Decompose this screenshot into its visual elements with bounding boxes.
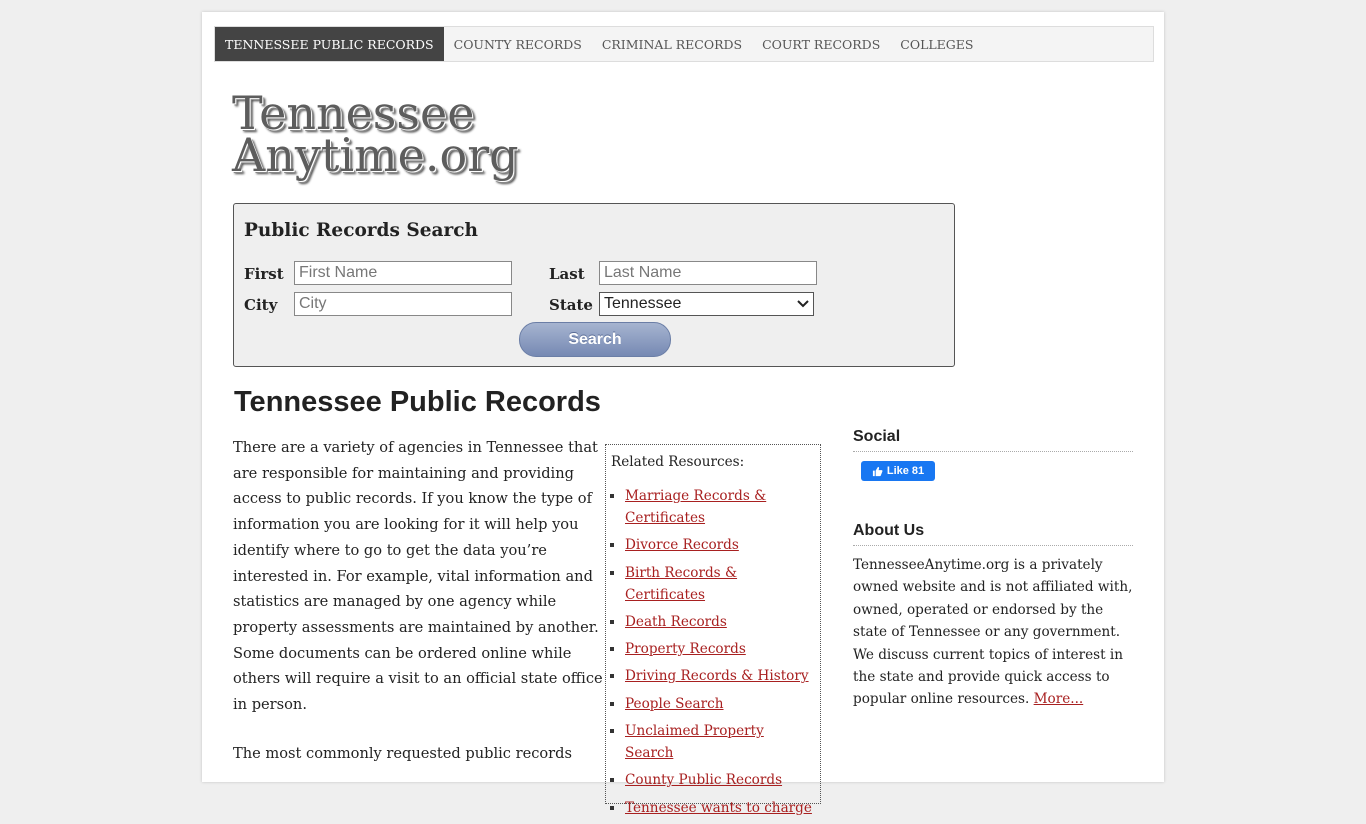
first-name-input[interactable]: [294, 261, 512, 285]
site-logo[interactable]: Tennessee Anytime.org: [232, 90, 519, 192]
list-item: People Search: [625, 693, 815, 715]
related-link-divorce-records[interactable]: Divorce Records: [625, 537, 739, 553]
like-count: Like 81: [886, 465, 925, 477]
related-resources-title: Related Resources:: [611, 454, 745, 470]
search-button[interactable]: Search: [519, 322, 671, 357]
about-body: TennesseeAnytime.org is a privately owne…: [853, 557, 1133, 708]
related-link-birth-records[interactable]: Birth Records & Certificates: [625, 565, 737, 603]
intro-paragraph-2: The most commonly requested public recor…: [233, 745, 572, 762]
about-text: TennesseeAnytime.org is a privately owne…: [853, 554, 1135, 711]
top-nav: TENNESSEE PUBLIC RECORDS COUNTY RECORDS …: [214, 26, 1154, 62]
city-label: City: [244, 296, 278, 314]
search-title: Public Records Search: [244, 220, 478, 241]
intro-paragraph: There are a variety of agencies in Tenne…: [233, 439, 603, 714]
list-item: Marriage Records & Certificates: [625, 485, 815, 529]
related-link-people-search[interactable]: People Search: [625, 696, 724, 712]
thumbs-up-icon: [872, 466, 883, 476]
list-item: County Public Records: [625, 769, 815, 791]
list-item: Driving Records & History: [625, 665, 815, 687]
list-item: Birth Records & Certificates: [625, 562, 815, 606]
page-title: Tennessee Public Records: [234, 386, 601, 418]
first-name-label: First: [244, 265, 284, 283]
page-container: TENNESSEE PUBLIC RECORDS COUNTY RECORDS …: [202, 12, 1164, 816]
last-name-label: Last: [549, 265, 585, 283]
city-input[interactable]: [294, 292, 512, 316]
list-item: Unclaimed Property Search: [625, 720, 815, 764]
nav-item-county-records[interactable]: COUNTY RECORDS: [444, 27, 592, 61]
state-select-value: Tennessee: [604, 295, 682, 312]
nav-item-criminal-records[interactable]: CRIMINAL RECORDS: [592, 27, 752, 61]
list-item: Divorce Records: [625, 534, 815, 556]
related-link-property-records[interactable]: Property Records: [625, 641, 746, 657]
related-link-marriage-records[interactable]: Marriage Records & Certificates: [625, 488, 766, 526]
related-link-driving-records[interactable]: Driving Records & History: [625, 668, 809, 684]
list-item: Property Records: [625, 638, 815, 660]
related-resources-list: Marriage Records & Certificates Divorce …: [606, 485, 815, 824]
list-item: Tennessee wants to charge: [625, 797, 815, 819]
state-select[interactable]: Tennessee: [599, 292, 814, 316]
social-heading: Social: [853, 428, 1133, 452]
related-link-tennessee-charge[interactable]: Tennessee wants to charge: [625, 800, 812, 816]
list-item: Death Records: [625, 611, 815, 633]
state-label: State: [549, 296, 593, 314]
related-link-death-records[interactable]: Death Records: [625, 614, 727, 630]
facebook-like-button[interactable]: Like 81: [861, 461, 935, 481]
nav-item-court-records[interactable]: COURT RECORDS: [752, 27, 890, 61]
about-heading: About Us: [853, 522, 1133, 546]
public-records-search-box: Public Records Search First Last City St…: [233, 203, 955, 367]
nav-item-tennessee-public-records[interactable]: TENNESSEE PUBLIC RECORDS: [215, 27, 444, 61]
nav-item-colleges[interactable]: COLLEGES: [890, 27, 983, 61]
about-more-link[interactable]: More...: [1034, 691, 1084, 707]
chevron-down-icon: [797, 300, 809, 308]
last-name-input[interactable]: [599, 261, 817, 285]
related-resources-box: Related Resources: Marriage Records & Ce…: [605, 444, 821, 816]
logo-line-2: Anytime.org: [232, 128, 519, 182]
related-link-unclaimed-property[interactable]: Unclaimed Property Search: [625, 723, 764, 761]
related-link-county-public-records[interactable]: County Public Records: [625, 772, 782, 788]
